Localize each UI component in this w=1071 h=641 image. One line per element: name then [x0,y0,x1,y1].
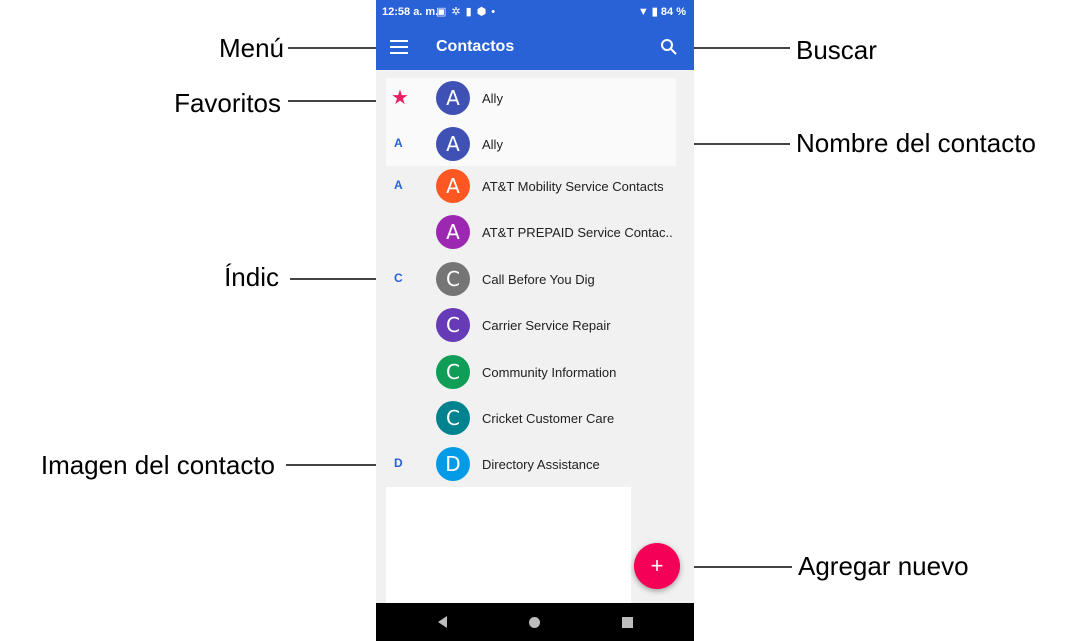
contact-row[interactable]: ★ A Ally [376,75,694,121]
home-icon[interactable] [529,617,540,628]
contact-avatar[interactable]: C [436,262,470,296]
contact-row[interactable]: D D Directory Assistance [376,441,694,487]
index-letter: A [394,136,403,150]
dot-icon: • [491,6,501,18]
contact-name[interactable]: Community Information [482,365,616,380]
contact-avatar[interactable]: A [436,81,470,115]
contact-row[interactable]: C C Call Before You Dig [376,256,694,302]
index-letter: C [394,271,403,285]
contact-name[interactable]: AT&T Mobility Service Contacts [482,179,664,194]
contact-name[interactable]: Call Before You Dig [482,272,595,287]
contact-name[interactable]: AT&T PREPAID Service Contac.. [482,225,673,240]
notification-icons: ▣✲▮⬢• [436,5,500,18]
status-right: ▼ ▮ 84 % [638,5,686,18]
callout-menu: Menú [218,33,284,63]
empty-card [386,487,631,603]
index-letter: D [394,456,403,470]
battery-percent: 84 % [660,6,686,18]
image-icon: ▣ [436,6,452,18]
callout-search: Buscar [796,35,877,65]
status-bar: 12:58 a. m. ▣✲▮⬢• ▼ ▮ 84 % [376,0,694,24]
contact-row[interactable]: A A Ally [376,121,694,167]
sd-card-icon: ▮ [465,6,477,18]
callout-contact-name: Nombre del contacto [796,128,1036,158]
callout-line-add-new [681,566,792,568]
contact-row[interactable]: A AT&T PREPAID Service Contac.. [376,209,694,255]
contact-name[interactable]: Directory Assistance [482,457,600,472]
shield-icon: ⬢ [476,6,492,18]
wifi-icon: ▼ [637,6,649,18]
contact-row[interactable]: C Cricket Customer Care [376,395,694,441]
contact-name[interactable]: Ally [482,91,503,106]
contact-name[interactable]: Carrier Service Repair [482,318,611,333]
contact-avatar[interactable]: C [436,401,470,435]
callout-line-search [681,47,790,49]
index-letter: A [394,178,403,192]
contact-name[interactable]: Ally [482,137,503,152]
search-icon[interactable] [660,38,678,56]
contact-name[interactable]: Cricket Customer Care [482,411,614,426]
phone-screen: 12:58 a. m. ▣✲▮⬢• ▼ ▮ 84 % Contactos ★ A A… [376,0,694,641]
contact-avatar[interactable]: A [436,169,470,203]
gear-icon: ✲ [451,6,466,18]
contact-avatar[interactable]: C [436,355,470,389]
contact-avatar[interactable]: A [436,127,470,161]
battery-icon: ▮ [651,6,658,18]
recents-icon[interactable] [622,617,633,628]
contact-avatar[interactable]: D [436,447,470,481]
app-title: Contactos [436,38,515,55]
contact-row[interactable]: C Carrier Service Repair [376,302,694,348]
contact-row[interactable]: A A AT&T Mobility Service Contacts [376,163,694,209]
callout-add-new: Agregar nuevo [798,551,969,581]
callout-line-menu [288,47,380,49]
back-icon[interactable] [438,616,447,628]
callout-index: Índic [224,262,279,292]
callout-contact-image: Imagen del contacto [40,450,275,480]
star-icon: ★ [391,87,409,109]
contact-row[interactable]: C Community Information [376,349,694,395]
contact-avatar[interactable]: C [436,308,470,342]
navigation-bar [376,603,694,641]
menu-icon[interactable] [390,40,408,54]
callout-line-favorites [288,100,382,102]
add-contact-button[interactable]: + [634,543,680,589]
app-bar: Contactos [376,24,694,70]
contact-avatar[interactable]: A [436,215,470,249]
callout-favorites: Favoritos [174,88,281,118]
status-time: 12:58 a. m. [382,6,439,18]
